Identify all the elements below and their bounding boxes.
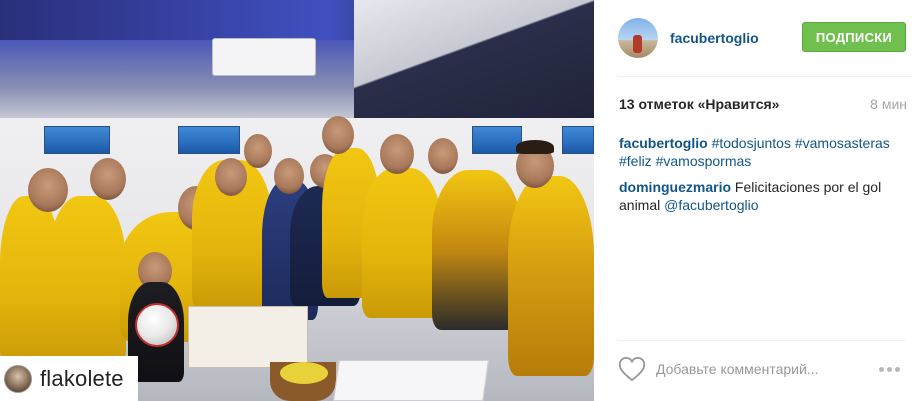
hashtag-link[interactable]: #vamospormas [656, 153, 752, 169]
photo-tag[interactable]: flakolete [0, 356, 138, 401]
likes-count[interactable]: 13 отметок «Нравится» [619, 96, 779, 112]
player-head [380, 134, 414, 174]
cardboard-box [188, 306, 308, 368]
player [508, 176, 594, 376]
dot [895, 366, 900, 372]
player [362, 168, 442, 318]
hashtag-link[interactable]: #feliz [619, 153, 652, 169]
back-wall [354, 0, 594, 130]
player-head [90, 158, 126, 200]
likes-row: 13 отметок «Нравится» 8 мин [619, 96, 907, 112]
post-photo[interactable]: flakolete [0, 0, 594, 401]
dot [879, 366, 884, 372]
player-head [215, 158, 247, 196]
bananas [280, 362, 328, 384]
heart-icon[interactable] [618, 356, 646, 382]
locker-screen [178, 126, 240, 154]
football [135, 303, 179, 347]
dot [887, 366, 892, 372]
tag-avatar [4, 364, 32, 393]
player [48, 196, 126, 366]
author-username[interactable]: facubertoglio [670, 30, 759, 46]
avatar[interactable] [618, 18, 658, 58]
player-hair [516, 140, 554, 154]
post-sidebar: facubertoglio ПОДПИСКИ 13 отметок «Нрави… [594, 0, 912, 401]
comment-item: facubertoglio #todosjuntos #vamosasteras… [619, 134, 907, 170]
comment-item: dominguezmario Felicitaciones por el gol… [619, 178, 907, 214]
follow-button[interactable]: ПОДПИСКИ [802, 22, 906, 52]
comments-list: facubertoglio #todosjuntos #vamosasteras… [619, 134, 907, 222]
avatar-figure [633, 35, 642, 53]
hashtag-link[interactable]: #vamosasteras [795, 135, 890, 151]
mention-link[interactable]: @facubertoglio [664, 197, 758, 213]
locker-screen [44, 126, 110, 154]
player-head [428, 138, 458, 174]
comment-username[interactable]: facubertoglio [619, 135, 708, 151]
comment-username[interactable]: dominguezmario [619, 179, 731, 195]
divider [618, 340, 906, 341]
locker-screen [472, 126, 522, 154]
player-head [244, 134, 272, 168]
more-options-icon[interactable] [879, 366, 900, 372]
tag-username: flakolete [40, 365, 124, 391]
hashtag-link[interactable]: #todosjuntos [712, 135, 791, 151]
white-box [333, 360, 489, 401]
player-head [322, 116, 354, 154]
add-comment-row [618, 354, 906, 384]
divider [618, 76, 912, 77]
air-conditioner [212, 38, 316, 76]
timestamp[interactable]: 8 мин [870, 96, 907, 112]
player-head [274, 158, 304, 194]
locker-screen [562, 126, 594, 154]
comment-input[interactable] [656, 361, 856, 377]
